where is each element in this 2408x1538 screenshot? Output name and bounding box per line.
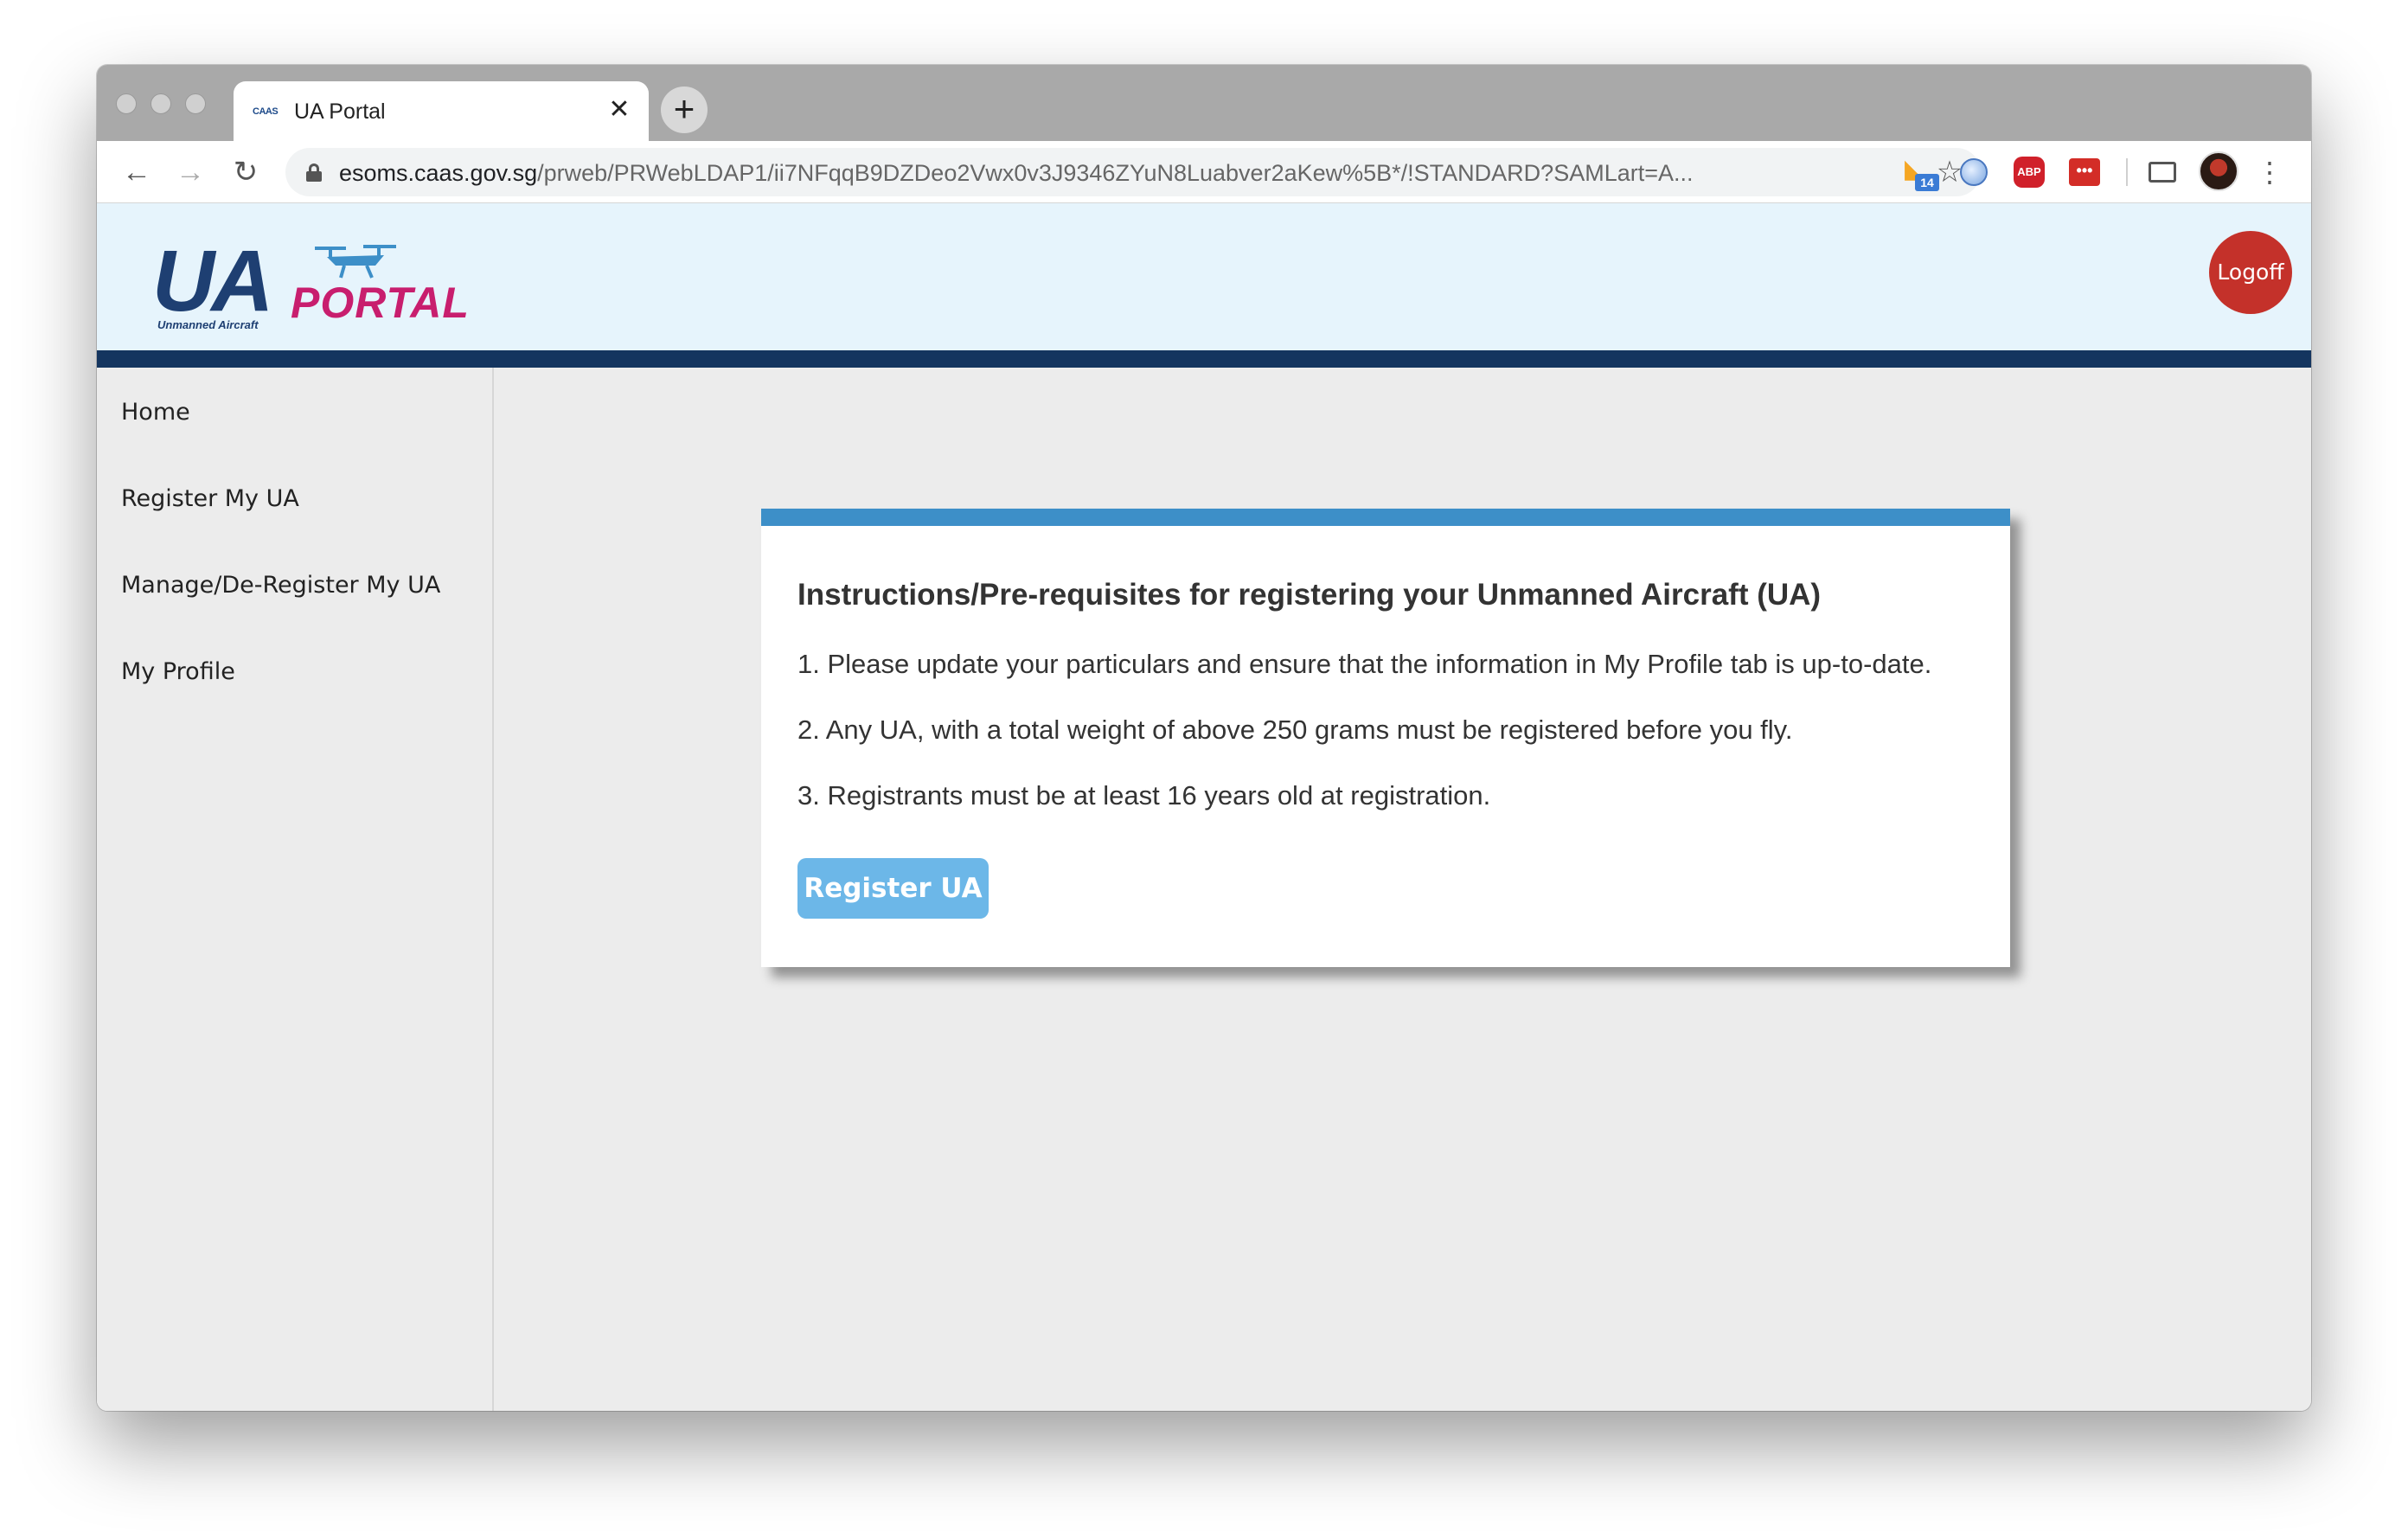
sidebar-item-my-profile[interactable]: My Profile: [121, 658, 235, 685]
sidebar-nav: Home Register My UA Manage/De-Register M…: [97, 368, 494, 1411]
sidebar-item-register-my-ua[interactable]: Register My UA: [121, 485, 299, 512]
caas-favicon-icon: CAAS: [253, 106, 279, 117]
forward-arrow-icon[interactable]: →: [171, 153, 209, 191]
browser-toolbar: ← → ↻ esoms.caas.gov.sg/prweb/PRWebLDAP1…: [97, 141, 2311, 203]
url-domain: esoms.caas.gov.sg: [339, 160, 538, 186]
adblock-extension-icon[interactable]: ABP: [2012, 155, 2046, 189]
tab-title: UA Portal: [294, 99, 386, 124]
header-divider-bar: [97, 350, 2311, 368]
ua-portal-logo[interactable]: UA PORTAL Unmanned Aircraft: [152, 238, 498, 333]
lastpass-extension-icon[interactable]: •••: [2067, 155, 2102, 189]
rss-extension-icon[interactable]: ◣ 14: [1901, 155, 1939, 191]
sidebar-item-manage-deregister[interactable]: Manage/De-Register My UA: [121, 572, 440, 599]
address-bar[interactable]: esoms.caas.gov.sg/prweb/PRWebLDAP1/ii7NF…: [285, 148, 1981, 196]
instructions-title: Instructions/Pre-requisites for register…: [797, 578, 1822, 612]
toolbar-divider: [2126, 158, 2128, 186]
globe-extension-icon[interactable]: [1956, 155, 1991, 189]
browser-menu-icon[interactable]: ⋮: [2256, 153, 2283, 191]
new-tab-button[interactable]: +: [661, 87, 708, 133]
title-bar: CAAS UA Portal ✕ +: [97, 65, 2311, 141]
sidebar-item-home[interactable]: Home: [121, 399, 190, 426]
logo-portal-text: PORTAL: [291, 279, 470, 327]
tab-close-icon[interactable]: ✕: [605, 96, 633, 124]
instructions-card: Instructions/Pre-requisites for register…: [761, 509, 2010, 967]
register-ua-button[interactable]: Register UA: [797, 858, 989, 919]
logo-ua-text: UA: [152, 233, 273, 330]
minimize-window-button[interactable]: [150, 93, 171, 114]
instruction-line: 1. Please update your particulars and en…: [797, 649, 1932, 679]
profile-avatar[interactable]: [2199, 151, 2238, 191]
web-page: UA PORTAL Unmanned Aircraft Logoff Home …: [97, 203, 2311, 1411]
cast-icon[interactable]: [2145, 155, 2180, 189]
close-window-button[interactable]: [116, 93, 137, 114]
logo-subtitle: Unmanned Aircraft: [157, 318, 259, 331]
lock-icon: [306, 163, 322, 182]
url-text[interactable]: esoms.caas.gov.sg/prweb/PRWebLDAP1/ii7NF…: [339, 160, 1931, 187]
instruction-line: 2. Any UA, with a total weight of above …: [797, 715, 1793, 745]
instruction-line: 3. Registrants must be at least 16 years…: [797, 780, 1491, 811]
logoff-button[interactable]: Logoff: [2209, 231, 2292, 314]
lastpass-label: •••: [2069, 158, 2100, 186]
zoom-window-button[interactable]: [185, 93, 206, 114]
rss-badge: 14: [1915, 174, 1939, 191]
url-path: /prweb/PRWebLDAP1/ii7NFqqB9DZDeo2Vwx0v3J…: [537, 160, 1694, 186]
browser-tab[interactable]: CAAS UA Portal ✕: [234, 81, 649, 141]
browser-window: CAAS UA Portal ✕ + ← → ↻ esoms.caas.gov.…: [97, 65, 2311, 1411]
back-arrow-icon[interactable]: ←: [118, 153, 156, 191]
portal-header: UA PORTAL Unmanned Aircraft Logoff: [97, 203, 2311, 350]
abp-label: ABP: [2014, 157, 2045, 188]
reload-icon[interactable]: ↻: [227, 153, 265, 191]
